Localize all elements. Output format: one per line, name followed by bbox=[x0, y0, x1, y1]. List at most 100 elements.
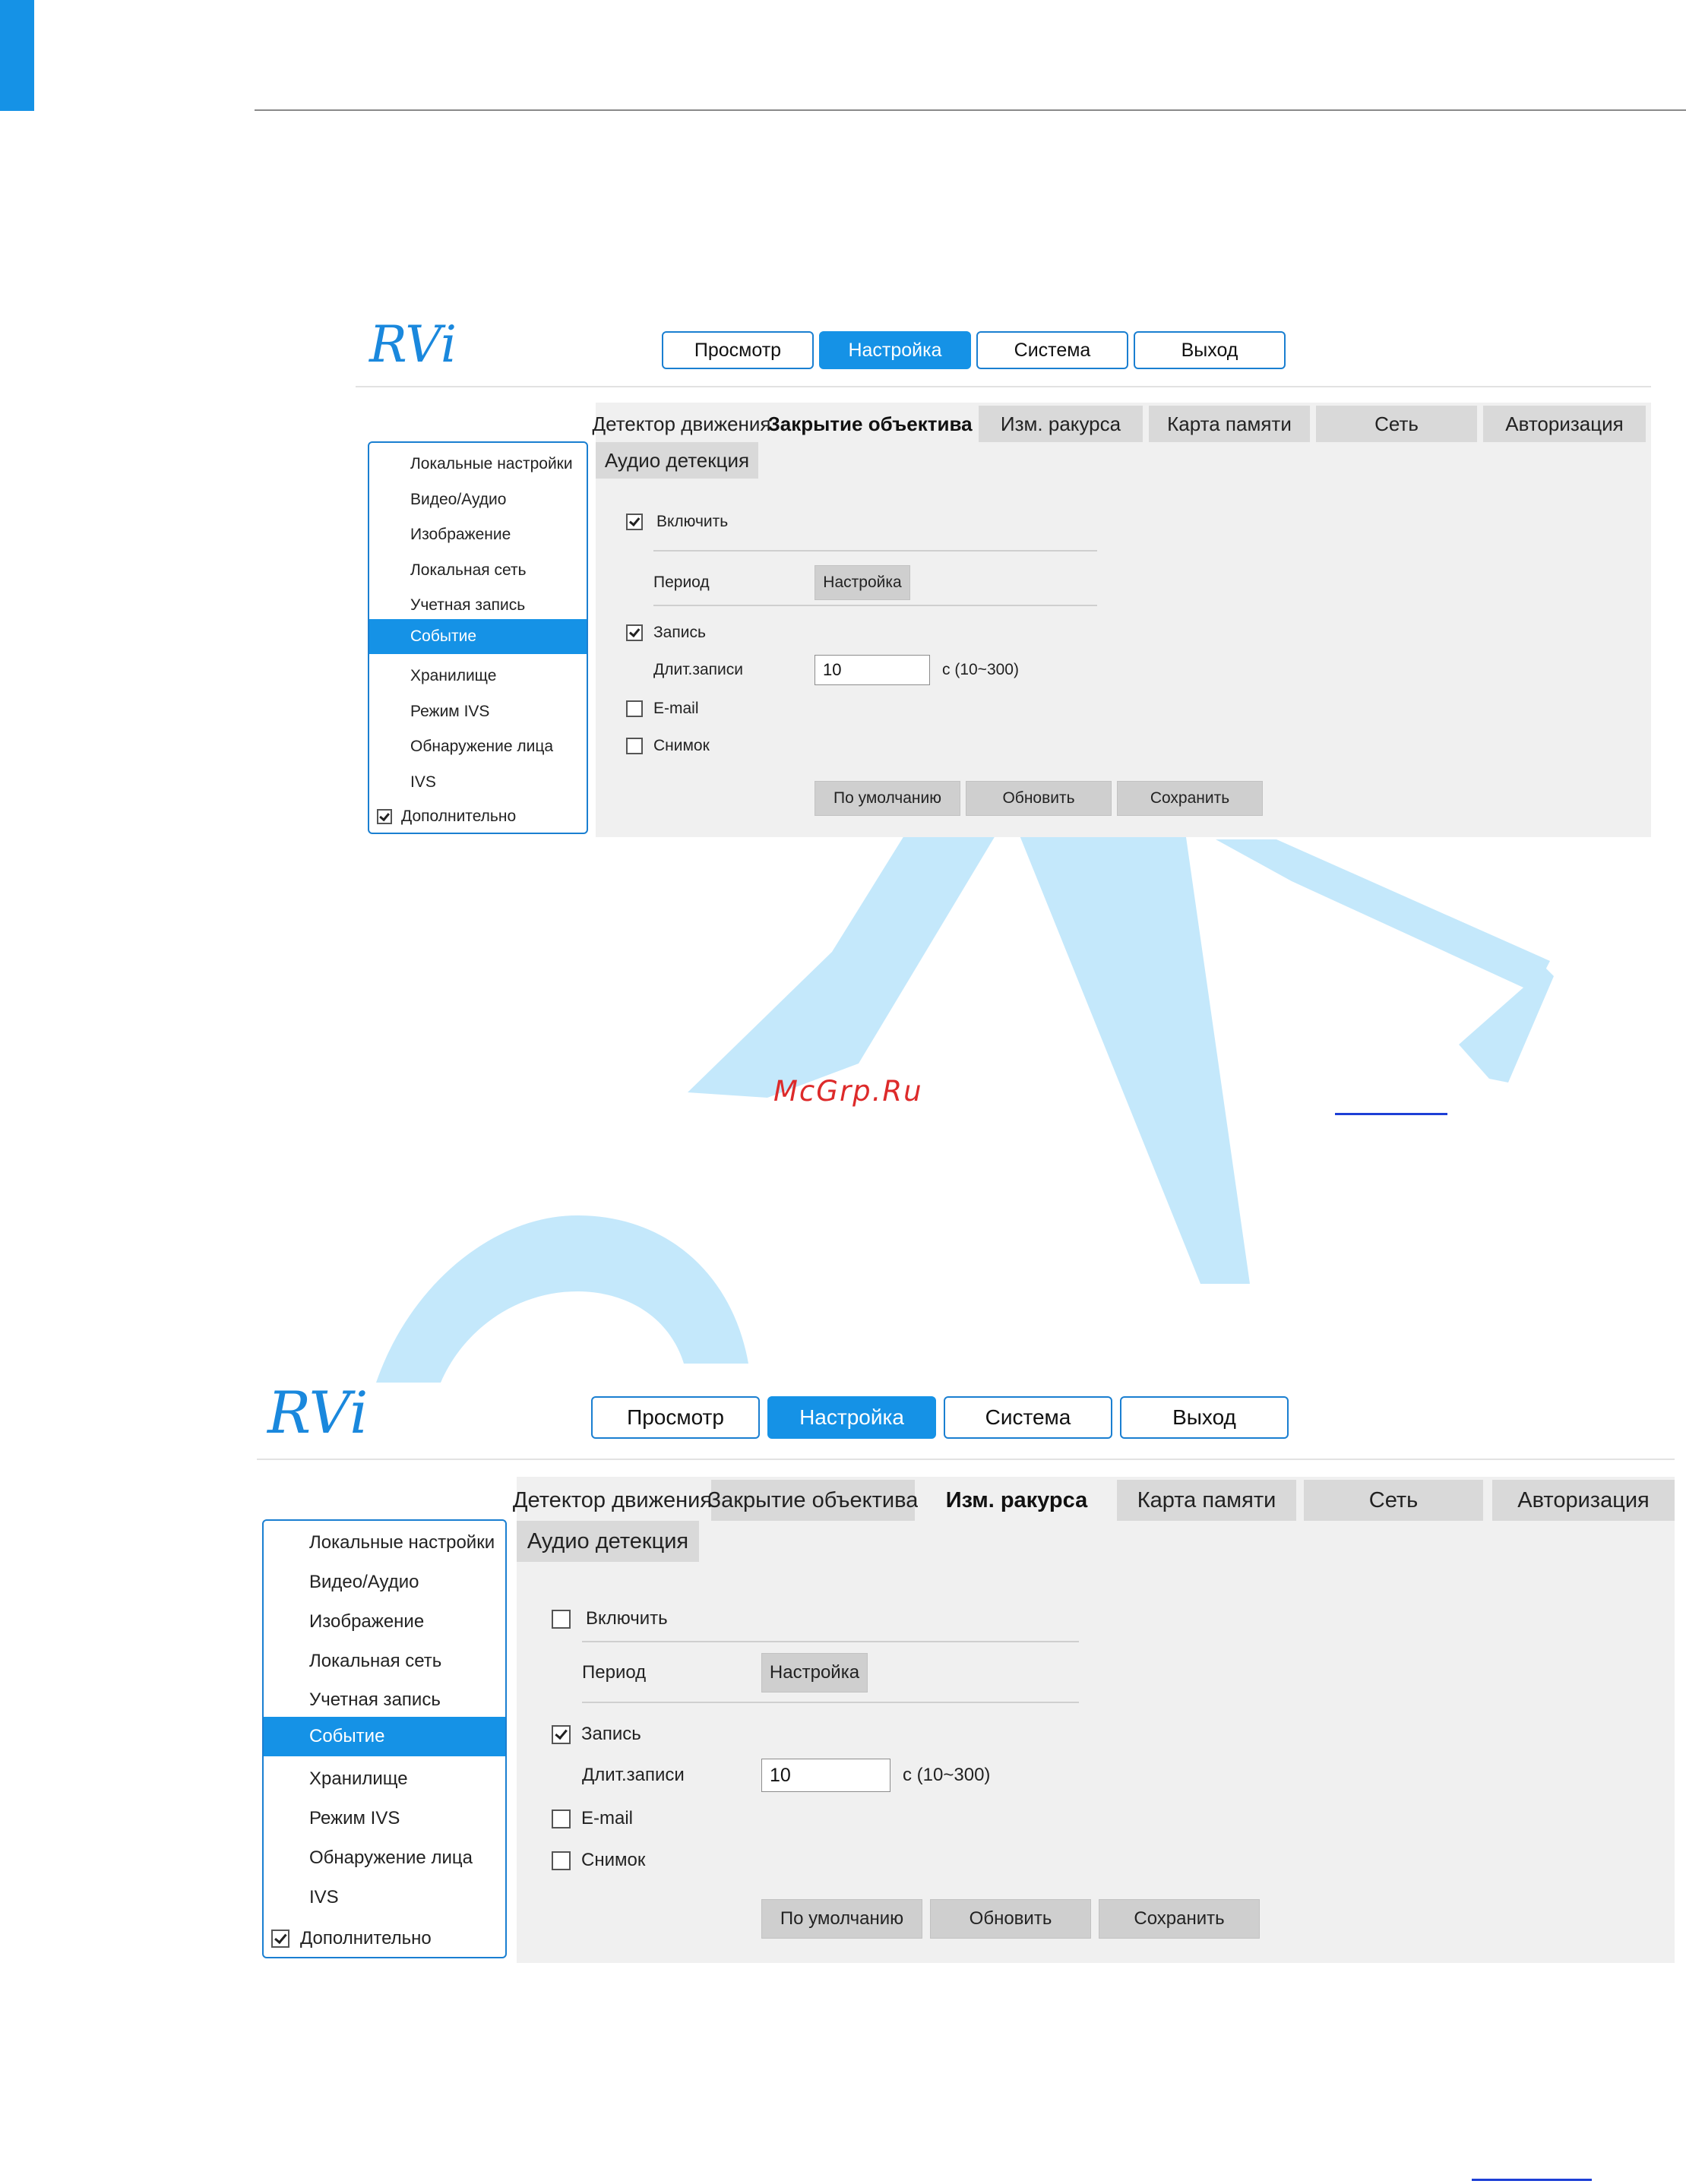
sidebar-item-storage[interactable]: Хранилище bbox=[264, 1762, 505, 1797]
sidebar-item-video-audio[interactable]: Видео/Аудио bbox=[264, 1565, 505, 1600]
link-underline[interactable] bbox=[1472, 2179, 1592, 2181]
record-row[interactable]: Запись bbox=[552, 1721, 641, 1747]
rvi-logo: RVi bbox=[369, 319, 457, 374]
email-checkbox[interactable] bbox=[626, 700, 643, 717]
sidebar-item-account[interactable]: Учетная запись bbox=[369, 590, 587, 621]
nav-logout-button[interactable]: Выход bbox=[1120, 1396, 1289, 1439]
sidebar-item-video-audio[interactable]: Видео/Аудио bbox=[369, 485, 587, 515]
header-divider bbox=[255, 109, 1686, 111]
form-divider bbox=[582, 1702, 1079, 1703]
record-checkbox[interactable] bbox=[552, 1724, 571, 1744]
snapshot-label: Снимок bbox=[653, 737, 710, 754]
duration-range-hint: с (10~300) bbox=[903, 1765, 991, 1785]
tab-network[interactable]: Сеть bbox=[1304, 1480, 1483, 1521]
sidebar-item-event[interactable]: Событие bbox=[369, 619, 587, 654]
sidebar-item-event[interactable]: Событие bbox=[264, 1717, 505, 1756]
tab-network[interactable]: Сеть bbox=[1316, 406, 1477, 442]
nav-system-button[interactable]: Система bbox=[944, 1396, 1112, 1439]
svg-text:RVi: RVi bbox=[266, 1384, 368, 1446]
event-content-area: Детектор движения Закрытие объектива Изм… bbox=[513, 1477, 1675, 1963]
refresh-button[interactable]: Обновить bbox=[966, 781, 1112, 816]
enable-label: Включить bbox=[656, 513, 729, 530]
period-label: Период bbox=[582, 1662, 647, 1683]
extra-options-label: Дополнительно bbox=[401, 808, 517, 825]
extra-options-toggle[interactable]: Дополнительно bbox=[271, 1922, 432, 1955]
tab-motion-detection[interactable]: Детектор движения bbox=[513, 1480, 712, 1521]
record-checkbox[interactable] bbox=[626, 624, 643, 641]
email-checkbox[interactable] bbox=[552, 1809, 571, 1828]
sidebar-item-ivs-mode[interactable]: Режим IVS bbox=[264, 1801, 505, 1836]
tab-authorization[interactable]: Авторизация bbox=[1483, 406, 1646, 442]
enable-checkbox[interactable] bbox=[626, 514, 643, 530]
nav-settings-button[interactable]: Настройка bbox=[819, 331, 971, 369]
enable-checkbox[interactable] bbox=[552, 1609, 571, 1629]
sidebar-item-local-settings[interactable]: Локальные настройки bbox=[369, 449, 587, 479]
period-settings-button[interactable]: Настройка bbox=[815, 565, 910, 600]
default-button[interactable]: По умолчанию bbox=[815, 781, 960, 816]
sidebar-item-ivs[interactable]: IVS bbox=[369, 767, 587, 798]
record-row[interactable]: Запись bbox=[626, 621, 706, 644]
save-button[interactable]: Сохранить bbox=[1117, 781, 1263, 816]
sidebar-item-local-settings[interactable]: Локальные настройки bbox=[264, 1525, 505, 1560]
record-label: Запись bbox=[581, 1724, 641, 1744]
extra-options-checkbox[interactable] bbox=[377, 809, 392, 824]
extra-options-toggle[interactable]: Дополнительно bbox=[377, 801, 516, 832]
sidebar-item-image[interactable]: Изображение bbox=[369, 520, 587, 550]
tab-view-change[interactable]: Изм. ракурса bbox=[918, 1480, 1115, 1521]
link-underline[interactable] bbox=[1335, 1113, 1447, 1115]
tab-memory-card[interactable]: Карта памяти bbox=[1117, 1480, 1296, 1521]
record-label: Запись bbox=[653, 624, 706, 641]
enable-row[interactable]: Включить bbox=[552, 1606, 668, 1632]
email-row[interactable]: E-mail bbox=[626, 697, 699, 720]
enable-row[interactable]: Включить bbox=[626, 510, 728, 533]
default-button[interactable]: По умолчанию bbox=[761, 1899, 922, 1939]
sidebar-item-image[interactable]: Изображение bbox=[264, 1604, 505, 1639]
save-button[interactable]: Сохранить bbox=[1099, 1899, 1260, 1939]
top-navigation: Просмотр Настройка Система Выход bbox=[662, 331, 1286, 369]
tab-motion-detection[interactable]: Детектор движения bbox=[592, 406, 770, 442]
sidebar-item-local-network[interactable]: Локальная сеть bbox=[369, 555, 587, 586]
enable-label: Включить bbox=[586, 1608, 668, 1629]
sidebar-item-ivs[interactable]: IVS bbox=[264, 1880, 505, 1915]
sidebar-item-face-detection[interactable]: Обнаружение лица bbox=[264, 1841, 505, 1876]
snapshot-checkbox[interactable] bbox=[626, 738, 643, 754]
duration-range-hint: с (10~300) bbox=[942, 661, 1019, 678]
nav-system-button[interactable]: Система bbox=[976, 331, 1128, 369]
sidebar-item-face-detection[interactable]: Обнаружение лица bbox=[369, 732, 587, 762]
settings-sidebar: Локальные настройки Видео/Аудио Изображе… bbox=[262, 1519, 507, 1958]
snapshot-label: Снимок bbox=[581, 1850, 646, 1870]
extra-options-checkbox[interactable] bbox=[271, 1930, 289, 1948]
period-settings-button[interactable]: Настройка bbox=[761, 1653, 868, 1693]
snapshot-row[interactable]: Снимок bbox=[626, 735, 710, 757]
email-row[interactable]: E-mail bbox=[552, 1806, 633, 1832]
tab-lens-cover[interactable]: Закрытие объектива bbox=[767, 406, 973, 442]
watermark-text: McGrp.Ru bbox=[773, 1075, 923, 1108]
refresh-button[interactable]: Обновить bbox=[930, 1899, 1091, 1939]
tab-lens-cover[interactable]: Закрытие объектива bbox=[708, 1480, 918, 1521]
sidebar-item-storage[interactable]: Хранилище bbox=[369, 661, 587, 691]
nav-view-button[interactable]: Просмотр bbox=[591, 1396, 760, 1439]
nav-divider bbox=[257, 1459, 1675, 1460]
tab-authorization[interactable]: Авторизация bbox=[1492, 1480, 1675, 1521]
tab-audio-detection[interactable]: Аудио детекция bbox=[596, 442, 758, 479]
tab-view-change[interactable]: Изм. ракурса bbox=[979, 406, 1143, 442]
sidebar-item-account[interactable]: Учетная запись bbox=[264, 1683, 505, 1718]
sidebar-item-ivs-mode[interactable]: Режим IVS bbox=[369, 697, 587, 727]
tab-audio-detection[interactable]: Аудио детекция bbox=[517, 1521, 699, 1562]
nav-view-button[interactable]: Просмотр bbox=[662, 331, 814, 369]
rvi-logo: RVi bbox=[266, 1384, 368, 1446]
form-divider bbox=[582, 1641, 1079, 1642]
svg-text:RVi: RVi bbox=[369, 319, 457, 374]
email-label: E-mail bbox=[581, 1808, 634, 1828]
nav-settings-button[interactable]: Настройка bbox=[767, 1396, 936, 1439]
duration-input[interactable] bbox=[815, 655, 930, 685]
sidebar-item-local-network[interactable]: Локальная сеть bbox=[264, 1644, 505, 1679]
top-navigation: Просмотр Настройка Система Выход bbox=[591, 1396, 1289, 1439]
tab-memory-card[interactable]: Карта памяти bbox=[1149, 406, 1310, 442]
snapshot-row[interactable]: Снимок bbox=[552, 1847, 645, 1873]
nav-logout-button[interactable]: Выход bbox=[1134, 331, 1286, 369]
duration-label: Длит.записи bbox=[582, 1765, 685, 1785]
snapshot-checkbox[interactable] bbox=[552, 1851, 571, 1870]
period-label: Период bbox=[653, 574, 710, 591]
duration-input[interactable] bbox=[761, 1759, 890, 1792]
